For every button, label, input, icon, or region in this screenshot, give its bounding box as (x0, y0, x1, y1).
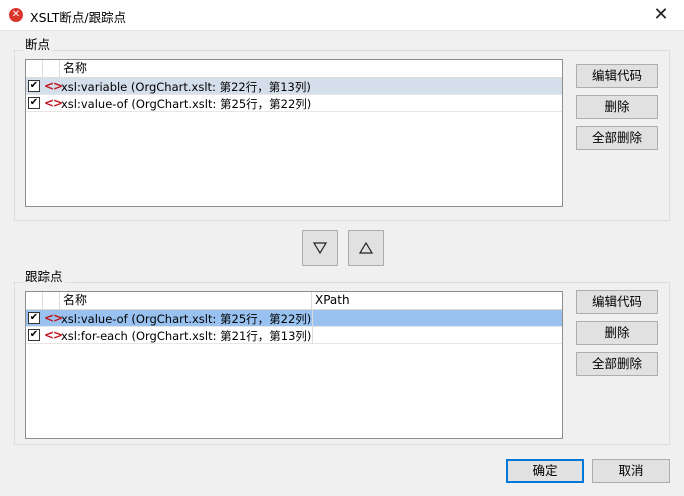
tracepoint-tag-icon: <> (44, 311, 63, 325)
title-bar: ✕ XSLT断点/跟踪点 ✕ (0, 0, 684, 31)
icon-column-header (43, 292, 60, 310)
breakpoints-delete-button[interactable]: 删除 (576, 95, 658, 119)
breakpoint-enable-checkbox[interactable]: ✔ (28, 97, 40, 109)
breakpoints-edit-code-button[interactable]: 编辑代码 (576, 64, 658, 88)
breakpoint-tag-icon: <> (44, 96, 63, 110)
ok-button[interactable]: 确定 (506, 459, 584, 483)
move-to-breakpoints-button[interactable] (348, 230, 384, 266)
tracepoints-edit-code-button[interactable]: 编辑代码 (576, 290, 658, 314)
breakpoints-list-header: 名称 (26, 60, 562, 78)
tracepoints-list[interactable]: 名称 XPath ✔ <> xsl:value-of (OrgChart.xsl… (25, 291, 563, 439)
name-column-header[interactable]: 名称 (60, 292, 312, 310)
checkbox-column-header (26, 60, 43, 78)
tracepoint-name: xsl:value-of (OrgChart.xslt: 第25行，第22列) (61, 312, 312, 326)
xpath-column-header[interactable]: XPath (312, 292, 562, 310)
tracepoints-group-label: 跟踪点 (23, 266, 65, 285)
breakpoint-tag-icon: <> (44, 79, 63, 93)
breakpoint-row[interactable]: ✔ <> xsl:variable (OrgChart.xslt: 第22行，第… (26, 78, 562, 95)
tracepoint-name: xsl:for-each (OrgChart.xslt: 第21行，第13列) (61, 329, 312, 343)
breakpoint-enable-checkbox[interactable]: ✔ (28, 80, 40, 92)
tracepoints-delete-button[interactable]: 删除 (576, 321, 658, 345)
tracepoint-row[interactable]: ✔ <> xsl:value-of (OrgChart.xslt: 第25行，第… (26, 310, 562, 327)
breakpoint-name: xsl:value-of (OrgChart.xslt: 第25行，第22列) (61, 97, 312, 111)
tracepoint-enable-checkbox[interactable]: ✔ (28, 329, 40, 341)
window-title: XSLT断点/跟踪点 (30, 10, 127, 25)
tracepoints-group: 跟踪点 名称 XPath ✔ <> xsl:value-of (OrgChart… (14, 266, 670, 445)
tracepoint-tag-icon: <> (44, 328, 63, 342)
column-separator (312, 310, 313, 327)
tracepoint-row[interactable]: ✔ <> xsl:for-each (OrgChart.xslt: 第21行，第… (26, 327, 562, 344)
breakpoints-delete-all-button[interactable]: 全部删除 (576, 126, 658, 150)
breakpoints-list[interactable]: 名称 ✔ <> xsl:variable (OrgChart.xslt: 第22… (25, 59, 563, 207)
tracepoints-list-header: 名称 XPath (26, 292, 562, 310)
breakpoint-row[interactable]: ✔ <> xsl:value-of (OrgChart.xslt: 第25行，第… (26, 95, 562, 112)
triangle-down-icon (313, 242, 327, 254)
xslt-app-icon: ✕ (9, 8, 23, 22)
breakpoint-name: xsl:variable (OrgChart.xslt: 第22行，第13列) (61, 80, 311, 94)
name-column-header[interactable]: 名称 (60, 60, 562, 78)
close-icon[interactable]: ✕ (638, 0, 684, 31)
tracepoints-delete-all-button[interactable]: 全部删除 (576, 352, 658, 376)
triangle-up-icon (359, 242, 373, 254)
cancel-button[interactable]: 取消 (592, 459, 670, 483)
icon-column-header (43, 60, 60, 78)
breakpoints-group-label: 断点 (23, 34, 53, 53)
move-to-tracepoints-button[interactable] (302, 230, 338, 266)
column-separator (312, 327, 313, 344)
checkbox-column-header (26, 292, 43, 310)
breakpoints-group: 断点 名称 ✔ <> xsl:variable (OrgChart.xslt: … (14, 34, 670, 221)
tracepoint-enable-checkbox[interactable]: ✔ (28, 312, 40, 324)
